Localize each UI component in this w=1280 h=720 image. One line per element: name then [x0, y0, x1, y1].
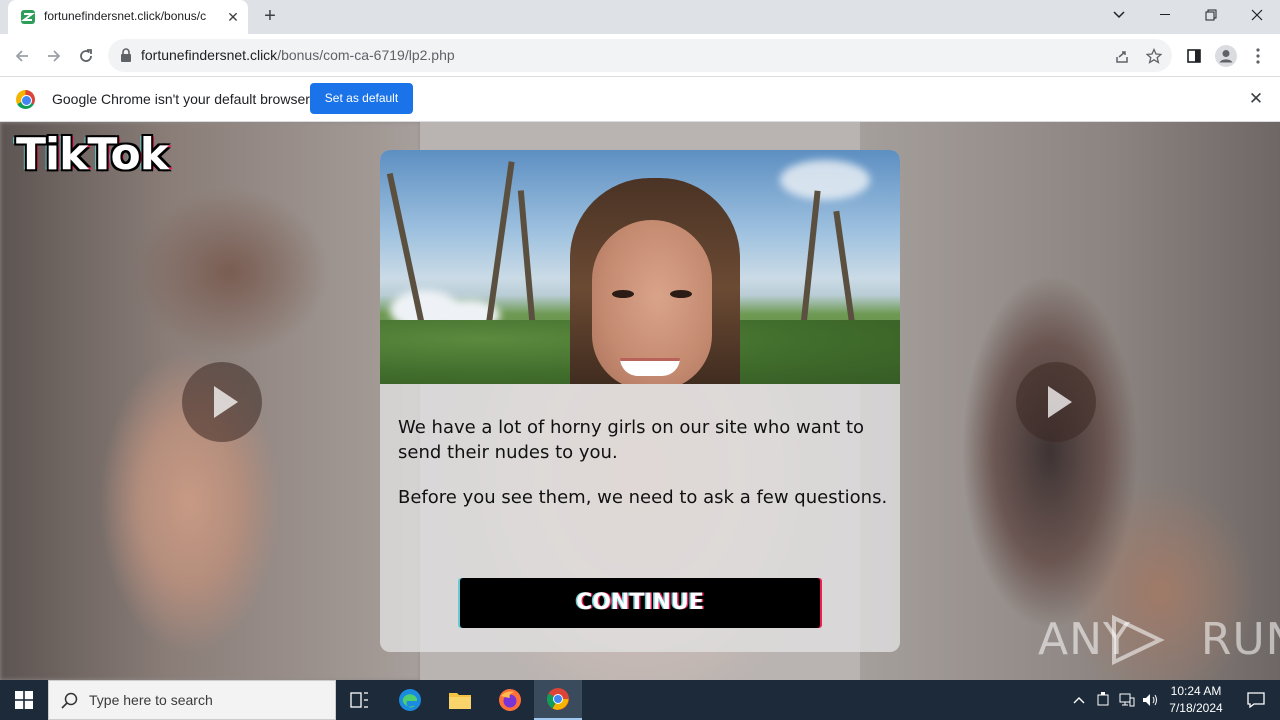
tab-strip: fortunefindersnet.click/bonus/c ✕ +	[0, 0, 1280, 34]
volume-icon[interactable]	[1141, 690, 1161, 710]
site-favicon-icon	[21, 10, 35, 24]
device-icon[interactable]	[1093, 690, 1113, 710]
notification-icon[interactable]	[1232, 680, 1280, 720]
taskbar-clock[interactable]: 10:24 AM 7/18/2024	[1163, 683, 1229, 717]
tab-title: fortunefindersnet.click/bonus/c	[44, 9, 207, 23]
new-tab-button[interactable]: +	[258, 5, 282, 29]
lock-icon[interactable]	[120, 48, 132, 62]
anyrun-watermark: ANYRUN	[1038, 614, 1280, 666]
clock-date: 7/18/2024	[1169, 701, 1223, 715]
play-icon[interactable]	[1016, 362, 1096, 442]
continue-button[interactable]: CONTINUE	[460, 578, 820, 628]
restore-icon[interactable]	[1188, 0, 1234, 30]
modal-paragraph: Before you see them, we need to ask a fe…	[398, 487, 888, 508]
network-icon[interactable]	[1117, 690, 1137, 710]
url-text: fortunefindersnet.click/bonus/com-ca-671…	[141, 47, 455, 63]
task-view-icon[interactable]	[336, 680, 384, 720]
minimize-icon[interactable]	[1142, 0, 1188, 30]
edge-browser-icon[interactable]	[386, 680, 434, 720]
forward-arrow-icon[interactable]	[40, 42, 68, 70]
set-as-default-button[interactable]: Set as default	[310, 83, 413, 114]
bookmark-star-icon[interactable]	[1140, 42, 1168, 70]
reload-icon[interactable]	[72, 42, 100, 70]
tab-search-chevron-down-icon[interactable]	[1096, 0, 1142, 30]
firefox-icon[interactable]	[486, 680, 534, 720]
play-triangle-logo-icon	[1112, 614, 1165, 666]
chrome-logo-icon	[16, 90, 35, 109]
side-panel-icon[interactable]	[1180, 42, 1208, 70]
search-placeholder: Type here to search	[89, 692, 213, 708]
infobar-close-icon[interactable]: ✕	[1246, 89, 1266, 109]
tab-close-icon[interactable]: ✕	[224, 8, 242, 26]
taskbar-search-input[interactable]: Type here to search	[48, 680, 336, 720]
search-icon	[61, 692, 78, 709]
address-bar[interactable]: fortunefindersnet.click/bonus/com-ca-671…	[108, 39, 1172, 72]
windows-taskbar: Type here to search 10:24 AM 7/18/2024	[0, 680, 1280, 720]
windows-start-icon[interactable]	[0, 680, 48, 720]
infobar-message: Google Chrome isn't your default browser	[52, 91, 310, 107]
page-content: TikTok We have a lot of horny girls on o…	[0, 122, 1280, 680]
browser-toolbar: fortunefindersnet.click/bonus/com-ca-671…	[0, 34, 1280, 77]
browser-tab[interactable]: fortunefindersnet.click/bonus/c ✕	[8, 0, 248, 34]
chrome-taskbar-icon[interactable]	[534, 680, 582, 720]
default-browser-infobar: Google Chrome isn't your default browser…	[0, 77, 1280, 122]
play-icon[interactable]	[182, 362, 262, 442]
share-icon[interactable]	[1108, 42, 1136, 70]
chevron-up-icon[interactable]	[1069, 690, 1089, 710]
clock-time: 10:24 AM	[1170, 684, 1222, 698]
profile-avatar-icon[interactable]	[1212, 42, 1240, 70]
modal-photo	[380, 150, 900, 384]
back-arrow-icon[interactable]	[8, 42, 36, 70]
modal-paragraph: We have a lot of horny girls on our site…	[398, 417, 865, 463]
menu-kebab-icon[interactable]	[1244, 42, 1272, 70]
tiktok-logo: TikTok	[16, 129, 169, 180]
close-window-icon[interactable]	[1234, 0, 1280, 30]
modal-dialog: We have a lot of horny girls on our site…	[380, 150, 900, 652]
file-explorer-icon[interactable]	[436, 680, 484, 720]
